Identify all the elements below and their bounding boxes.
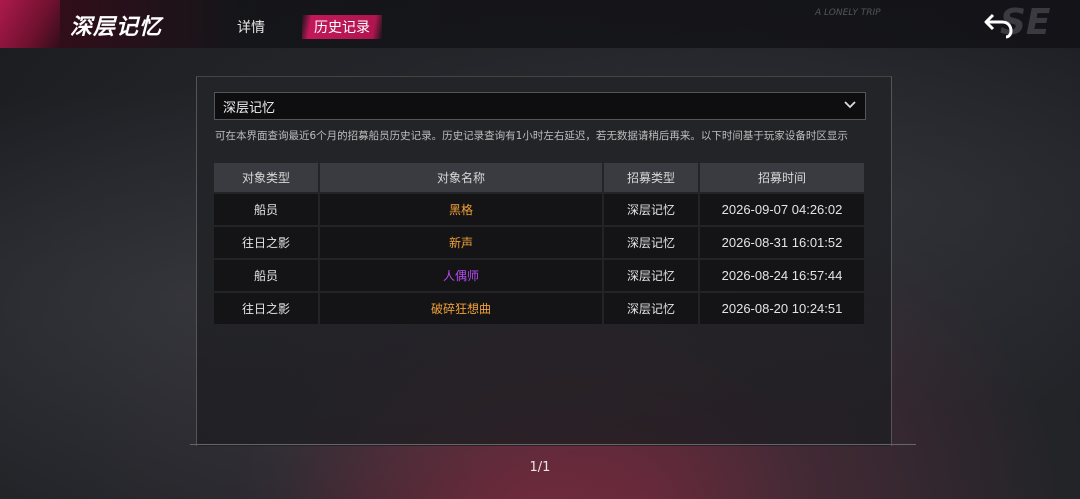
page-title: 深层记忆 xyxy=(70,15,163,40)
recruit-pool-dropdown[interactable]: 深层记忆 xyxy=(214,92,866,120)
cell-recruit-type: 深层记忆 xyxy=(604,227,698,258)
cell-time: 2026-08-24 16:57:44 xyxy=(700,260,864,291)
col-header-time: 招募时间 xyxy=(700,163,864,192)
panel-divider xyxy=(190,444,916,445)
cell-recruit-type: 深层记忆 xyxy=(604,293,698,324)
history-note: 可在本界面查询最近6个月的招募船员历史记录。历史记录查询有1小时左右延迟，若无数… xyxy=(215,130,848,142)
col-header-recruit-type: 招募类型 xyxy=(604,163,698,192)
top-bar: 深层记忆 详情 历史记录 A LONELY TRIP SE xyxy=(0,0,1080,48)
cell-name: 黑格 xyxy=(320,194,602,225)
col-header-name: 对象名称 xyxy=(320,163,602,192)
table-row: 往日之影 新声 深层记忆 2026-08-31 16:01:52 xyxy=(214,227,864,258)
col-header-type: 对象类型 xyxy=(214,163,318,192)
brand-decoration xyxy=(0,0,60,48)
page-indicator: 1/1 xyxy=(529,460,551,475)
table-header-row: 对象类型 对象名称 招募类型 招募时间 xyxy=(214,163,864,192)
cell-type: 往日之影 xyxy=(214,293,318,324)
tab-history[interactable]: 历史记录 xyxy=(302,15,382,39)
cell-type: 往日之影 xyxy=(214,227,318,258)
decorative-watermark: A LONELY TRIP xyxy=(815,8,881,18)
cell-recruit-type: 深层记忆 xyxy=(604,194,698,225)
cell-type: 船员 xyxy=(214,194,318,225)
cell-type: 船员 xyxy=(214,260,318,291)
tab-details[interactable]: 详情 xyxy=(237,17,265,37)
cell-time: 2026-09-07 04:26:02 xyxy=(700,194,864,225)
dropdown-selected-value: 深层记忆 xyxy=(223,101,276,116)
back-arrow-icon[interactable] xyxy=(984,10,1014,40)
cell-time: 2026-08-31 16:01:52 xyxy=(700,227,864,258)
table-row: 船员 黑格 深层记忆 2026-09-07 04:26:02 xyxy=(214,194,864,225)
cell-recruit-type: 深层记忆 xyxy=(604,260,698,291)
cell-name: 新声 xyxy=(320,227,602,258)
cell-name: 人偶师 xyxy=(320,260,602,291)
chevron-down-icon xyxy=(844,101,856,109)
table-row: 往日之影 破碎狂想曲 深层记忆 2026-08-20 10:24:51 xyxy=(214,293,864,324)
history-table: 对象类型 对象名称 招募类型 招募时间 船员 黑格 深层记忆 2026-09-0… xyxy=(212,161,866,326)
table-row: 船员 人偶师 深层记忆 2026-08-24 16:57:44 xyxy=(214,260,864,291)
cell-name: 破碎狂想曲 xyxy=(320,293,602,324)
cell-time: 2026-08-20 10:24:51 xyxy=(700,293,864,324)
